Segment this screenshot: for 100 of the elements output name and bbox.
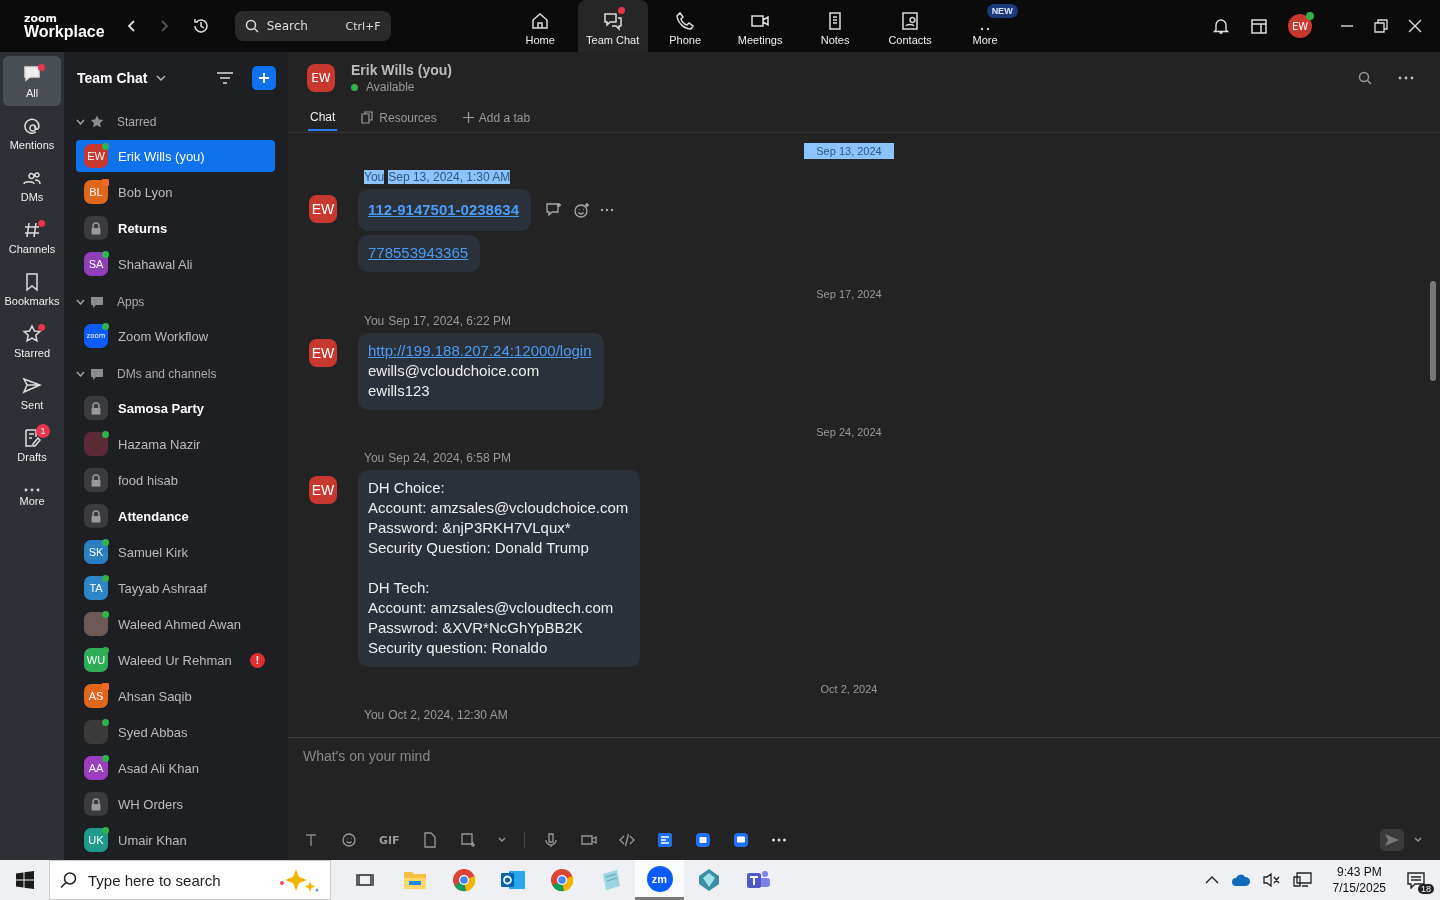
rail-item[interactable]: Sent xyxy=(3,368,61,418)
send-button[interactable] xyxy=(1380,829,1404,851)
chat-tab[interactable]: Add a tab xyxy=(460,104,533,131)
rail-item[interactable]: Mentions xyxy=(3,108,61,158)
nav-tab[interactable]: Phone xyxy=(647,0,723,52)
gif-button[interactable]: GIF xyxy=(379,833,400,847)
filter-icon[interactable] xyxy=(216,71,234,85)
nav-tab[interactable]: Home xyxy=(502,0,578,52)
file-icon[interactable] xyxy=(421,832,438,848)
emoji-icon[interactable] xyxy=(341,832,357,848)
chevron-icon xyxy=(76,118,85,126)
message-link[interactable]: 112-9147501-0238634 xyxy=(368,197,519,223)
chat-list-item[interactable]: WH Orders xyxy=(76,788,275,820)
chat-list-item[interactable]: SK Samuel Kirk xyxy=(76,536,275,568)
message-input[interactable]: What's on your mind xyxy=(288,738,1440,774)
add-reaction-icon[interactable] xyxy=(573,201,590,219)
app-icon[interactable] xyxy=(732,832,749,848)
microphone-icon[interactable] xyxy=(542,832,559,848)
network-icon[interactable] xyxy=(1292,871,1313,889)
close-icon[interactable] xyxy=(1408,19,1422,33)
nav-tab[interactable]: Notes xyxy=(797,0,873,52)
lock-icon xyxy=(84,504,108,528)
rail-item[interactable]: All xyxy=(3,56,61,106)
count-badge: 1 xyxy=(36,424,50,438)
rail-item[interactable]: Channels xyxy=(3,212,61,262)
chat-list-item[interactable]: Samosa Party xyxy=(76,392,275,424)
cloud-icon[interactable] xyxy=(1230,873,1251,887)
chat-list-item[interactable]: Hazama Nazir xyxy=(76,428,275,460)
avatar: EW xyxy=(307,64,335,92)
reply-icon[interactable] xyxy=(545,202,563,219)
status-label: Available xyxy=(351,80,452,94)
clock-date[interactable]: 7/15/2025 xyxy=(1332,880,1386,896)
chat-list-item[interactable]: Syed Abbas xyxy=(76,716,275,748)
chat-list-item[interactable]: AA Asad Ali Khan xyxy=(76,752,275,784)
task-view-icon xyxy=(355,871,376,889)
sidebar-title[interactable]: Team Chat xyxy=(77,70,148,86)
chat-list-item[interactable]: WU Waleed Ur Rehman ! xyxy=(76,644,275,676)
search-icon[interactable] xyxy=(1358,71,1372,85)
code-icon[interactable] xyxy=(618,832,635,848)
taskbar-app[interactable]: zm xyxy=(635,860,684,900)
message-link[interactable]: 778553943365 xyxy=(368,243,469,264)
section-header[interactable]: Apps xyxy=(64,284,288,320)
chat-list-item[interactable]: UK Umair Khan xyxy=(76,824,275,856)
search-field[interactable]: Search Ctrl+F xyxy=(234,11,391,41)
starred-icon xyxy=(22,323,42,344)
restore-icon[interactable] xyxy=(1374,19,1388,33)
speech-bubble-icon xyxy=(89,294,105,310)
speech-bubble-icon xyxy=(89,366,105,382)
rail-item[interactable]: 1 Drafts xyxy=(3,420,61,470)
bell-icon[interactable] xyxy=(1212,17,1230,35)
rail-item[interactable]: DMs xyxy=(3,160,61,210)
profile-avatar[interactable]: EW xyxy=(1288,14,1312,38)
back-icon[interactable] xyxy=(126,19,137,33)
chat-list-item[interactable]: EW Erik Wills (you) xyxy=(76,140,275,172)
chevron-down-icon[interactable] xyxy=(155,74,166,82)
chat-list-item[interactable]: TA Tayyab Ashraaf xyxy=(76,572,275,604)
nav-tab[interactable]: Meetings xyxy=(722,0,798,52)
chat-tab[interactable]: Chat xyxy=(308,104,338,131)
nav-tab[interactable]: NEW More xyxy=(947,0,1023,52)
message-text: DH Tech: xyxy=(368,577,431,598)
chat-list-item[interactable]: Attendance xyxy=(76,500,275,532)
video-icon[interactable] xyxy=(580,832,597,848)
message-time: Sep 24, 2024, 6:58 PM xyxy=(388,450,511,465)
chat-tab[interactable]: Resources xyxy=(359,104,439,131)
avatar: SK xyxy=(84,540,108,564)
message-text: Password: &njP3RKH7VLqux* xyxy=(368,517,572,538)
more-icon[interactable] xyxy=(600,208,614,213)
rail-item[interactable]: More xyxy=(3,472,61,522)
app-logo: zoom Workplace xyxy=(24,12,105,40)
message-text: Security question: Ronaldo xyxy=(368,637,549,658)
nav-tab[interactable]: Team Chat xyxy=(577,0,648,52)
message-text: Account: amzsales@vcloudtech.com xyxy=(368,597,615,618)
message-link[interactable]: http://199.188.207.24:12000/login xyxy=(368,340,592,361)
taskbar-search-field[interactable]: Type here to search xyxy=(49,860,331,900)
new-chat-button[interactable] xyxy=(252,66,276,90)
screenshot-icon[interactable] xyxy=(459,832,476,848)
forward-icon[interactable] xyxy=(158,19,169,33)
chat-list-item[interactable]: BL Bob Lyon xyxy=(76,176,275,208)
more-icon[interactable] xyxy=(1398,76,1414,80)
speaker-muted-icon[interactable] xyxy=(1262,872,1281,888)
chat-list-item[interactable]: food hisab xyxy=(76,464,275,496)
app-icon[interactable] xyxy=(694,832,711,848)
chat-list-item[interactable]: AS Ahsan Saqib xyxy=(76,680,275,712)
browser-icon xyxy=(549,868,574,892)
chat-list-item[interactable]: Returns xyxy=(76,212,275,244)
app-icon[interactable] xyxy=(656,832,673,848)
text-format-icon[interactable] xyxy=(303,832,319,848)
rail-item[interactable]: Bookmarks xyxy=(3,264,61,314)
avatar: AA xyxy=(84,756,108,780)
chevron-up-icon[interactable] xyxy=(1204,875,1219,885)
nav-tab[interactable]: Contacts xyxy=(872,0,948,52)
avatar: EW xyxy=(309,338,337,367)
chat-list-item[interactable]: Waleed Ahmed Awan xyxy=(76,608,275,640)
section-header[interactable]: DMs and channels xyxy=(64,356,288,392)
rail-item[interactable]: Starred xyxy=(3,316,61,366)
clock-time[interactable]: 9:43 PM xyxy=(1336,864,1382,880)
section-header[interactable]: Starred xyxy=(64,104,288,140)
windows-logo-icon[interactable] xyxy=(16,871,34,889)
contact-name: Erik Wills (you) xyxy=(351,62,452,78)
chat-list-item[interactable]: SA Shahawal Ali xyxy=(76,248,275,280)
